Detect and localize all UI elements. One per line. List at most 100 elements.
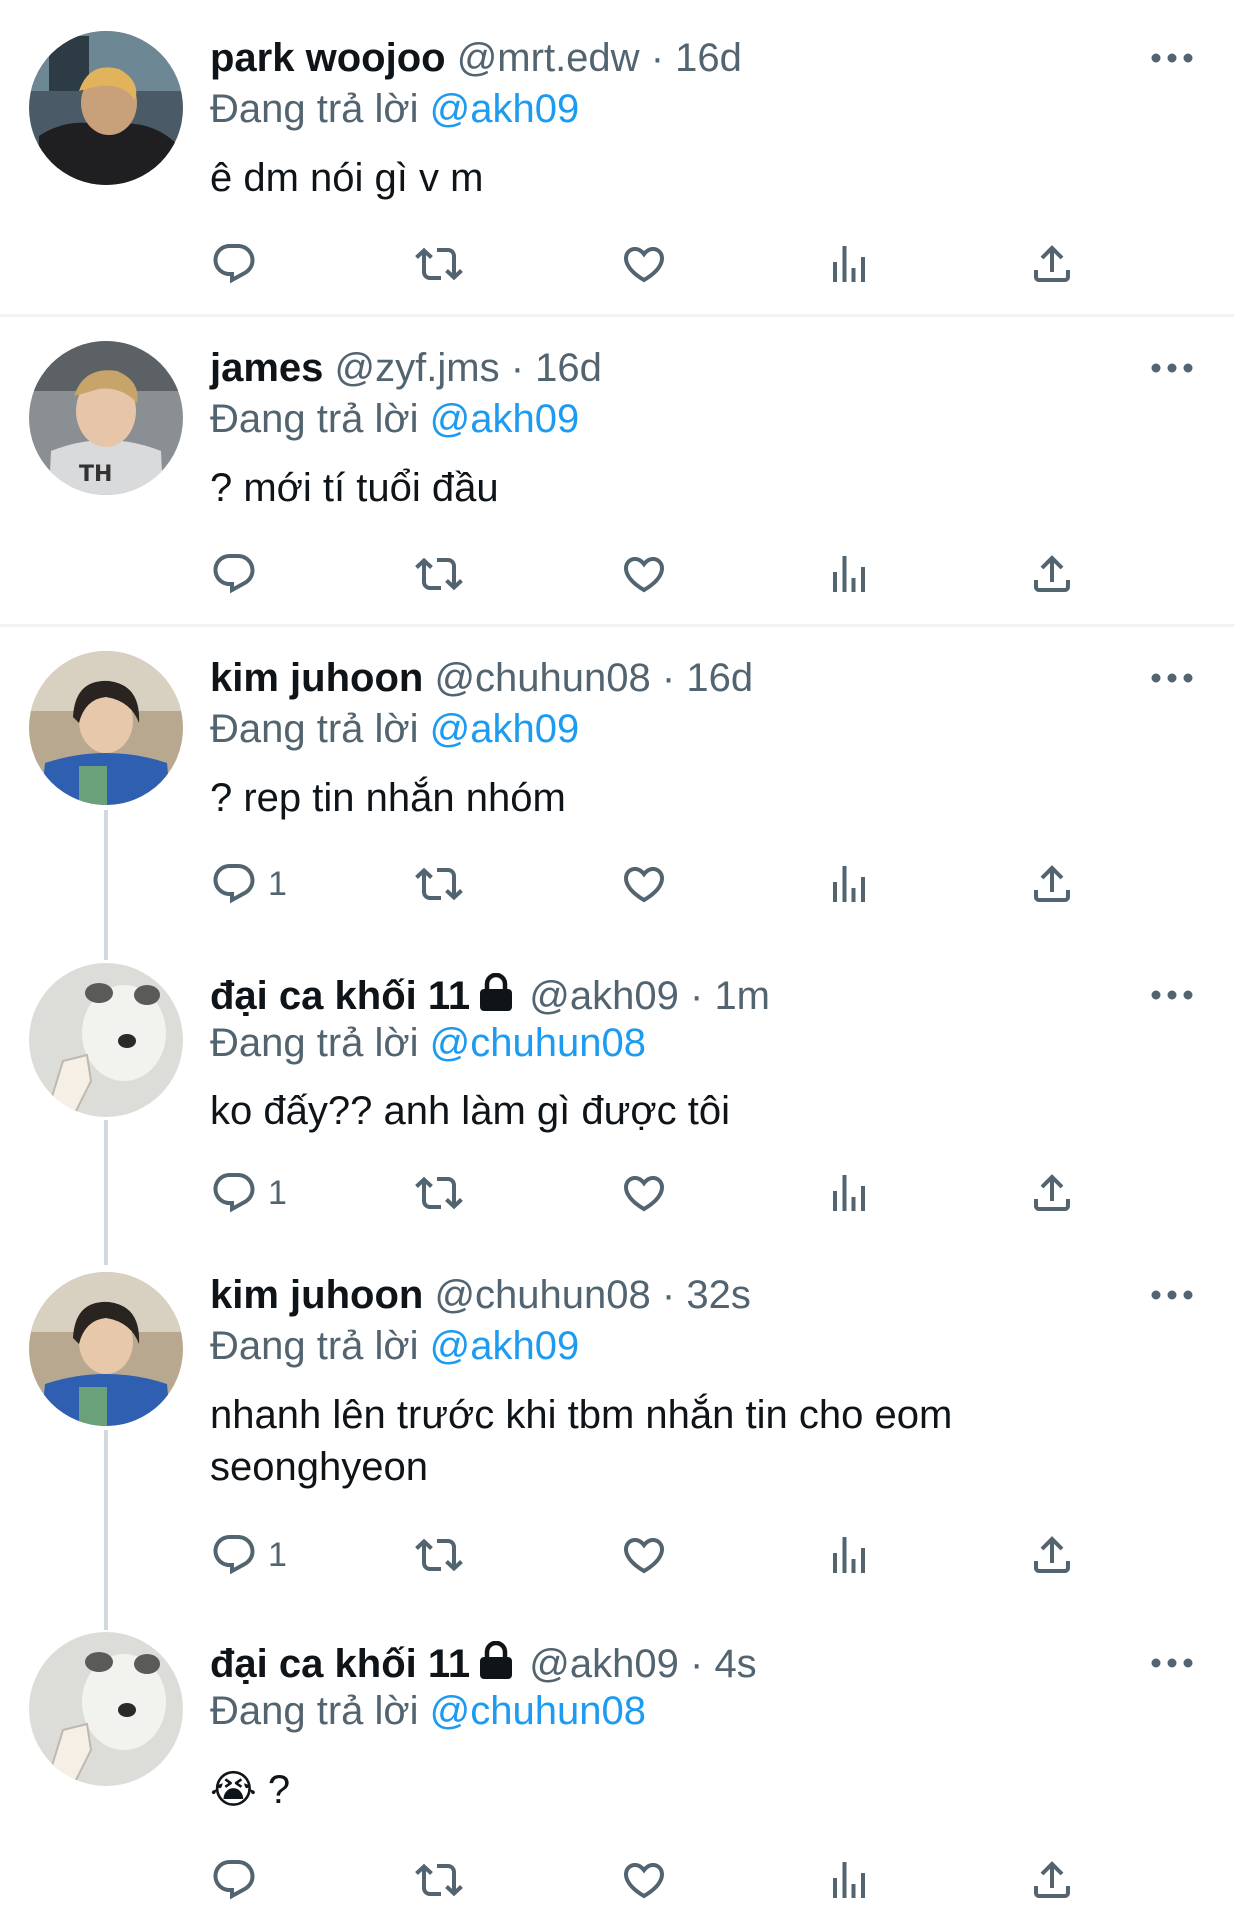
tweet[interactable]: kim juhoon @chuhun08 · 32s Đang trả lời … (0, 1252, 1234, 1614)
tweet-text: ? mới tí tuổi đầu (210, 466, 499, 510)
views-button[interactable] (825, 1165, 873, 1221)
more-icon[interactable] (1150, 50, 1194, 66)
tweet[interactable]: đại ca khối 11 @akh09 · 1m Đang trả lời … (0, 942, 1234, 1252)
tweet-text: nhanh lên trước khi tbm nhắn tin cho eom… (210, 1389, 1110, 1493)
more-icon[interactable] (1150, 987, 1194, 1003)
views-button[interactable] (825, 856, 873, 912)
reply-button[interactable] (210, 1852, 268, 1908)
reply-icon (210, 1856, 258, 1904)
share-button[interactable] (1028, 546, 1076, 602)
timestamp[interactable]: 16d (686, 656, 753, 700)
views-button[interactable] (825, 546, 873, 602)
display-name[interactable]: park woojoo (210, 36, 446, 80)
reply-button[interactable] (210, 546, 268, 602)
separator-dot: · (650, 36, 665, 80)
timestamp[interactable]: 16d (535, 346, 602, 390)
retweet-button[interactable] (415, 856, 463, 912)
views-button[interactable] (825, 1527, 873, 1583)
tweet[interactable]: park woojoo @mrt.edw · 16d Đang trả lời … (0, 0, 1234, 314)
retweet-button[interactable] (415, 1852, 463, 1908)
user-handle[interactable]: @mrt.edw (457, 36, 640, 80)
like-button[interactable] (620, 1852, 668, 1908)
tweet[interactable]: đại ca khối 11 @akh09 · 4s Đang trả lời … (0, 1614, 1234, 1920)
views-icon (825, 550, 873, 598)
retweet-icon (415, 1856, 463, 1904)
replying-to: Đang trả lời @akh09 (210, 83, 579, 135)
retweet-button[interactable] (415, 236, 463, 292)
share-button[interactable] (1028, 856, 1076, 912)
share-button[interactable] (1028, 1852, 1076, 1908)
replying-to-label: Đang trả lời (210, 1021, 419, 1065)
views-button[interactable] (825, 236, 873, 292)
replying-to-label: Đang trả lời (210, 1324, 419, 1368)
timestamp[interactable]: 1m (714, 974, 770, 1018)
reply-button[interactable]: 1 (210, 1527, 287, 1583)
timestamp[interactable]: 32s (686, 1273, 751, 1317)
display-name[interactable]: james (210, 346, 323, 390)
tweet-header: đại ca khối 11 @akh09 · 4s (210, 1638, 1094, 1690)
tweet-header: đại ca khối 11 @akh09 · 1m (210, 970, 1094, 1022)
share-button[interactable] (1028, 236, 1076, 292)
action-bar: 1 (210, 1165, 1110, 1221)
reply-icon (210, 860, 258, 908)
like-button[interactable] (620, 1527, 668, 1583)
retweet-icon (415, 240, 463, 288)
user-handle[interactable]: @zyf.jms (335, 346, 500, 390)
like-button[interactable] (620, 546, 668, 602)
more-icon[interactable] (1150, 360, 1194, 376)
more-icon[interactable] (1150, 1287, 1194, 1303)
like-button[interactable] (620, 236, 668, 292)
like-icon (620, 1169, 668, 1217)
like-icon (620, 240, 668, 288)
mention-link[interactable]: @akh09 (430, 1324, 580, 1368)
avatar[interactable] (29, 651, 183, 805)
share-icon (1028, 1856, 1076, 1904)
retweet-button[interactable] (415, 1527, 463, 1583)
timestamp[interactable]: 16d (675, 36, 742, 80)
user-handle[interactable]: @akh09 (529, 1642, 679, 1686)
retweet-button[interactable] (415, 1165, 463, 1221)
reply-button[interactable]: 1 (210, 1165, 287, 1221)
like-button[interactable] (620, 856, 668, 912)
timestamp[interactable]: 4s (714, 1642, 756, 1686)
avatar[interactable]: TH (29, 341, 183, 495)
share-icon (1028, 1169, 1076, 1217)
user-handle[interactable]: @chuhun08 (434, 1273, 650, 1317)
tweet[interactable]: kim juhoon @chuhun08 · 16d Đang trả lời … (0, 627, 1234, 942)
tweet-header: park woojoo @mrt.edw · 16d (210, 32, 1094, 84)
retweet-icon (415, 860, 463, 908)
retweet-button[interactable] (415, 546, 463, 602)
display-name[interactable]: đại ca khối 11 (210, 974, 470, 1018)
share-button[interactable] (1028, 1165, 1076, 1221)
avatar[interactable] (29, 1272, 183, 1426)
separator-dot: · (510, 346, 525, 390)
share-button[interactable] (1028, 1527, 1076, 1583)
like-button[interactable] (620, 1165, 668, 1221)
tweet-text-line: seonghyeon (210, 1445, 428, 1489)
reply-button[interactable]: 1 (210, 856, 287, 912)
user-handle[interactable]: @akh09 (529, 974, 679, 1018)
replying-to: Đang trả lời @akh09 (210, 703, 579, 755)
display-name[interactable]: đại ca khối 11 (210, 1642, 470, 1686)
more-icon[interactable] (1150, 670, 1194, 686)
mention-link[interactable]: @akh09 (430, 87, 580, 131)
mention-link[interactable]: @chuhun08 (430, 1021, 646, 1065)
avatar[interactable] (29, 31, 183, 185)
replying-to: Đang trả lời @chuhun08 (210, 1017, 646, 1069)
retweet-icon (415, 1531, 463, 1579)
reply-button[interactable] (210, 236, 268, 292)
views-button[interactable] (825, 1852, 873, 1908)
avatar[interactable] (29, 963, 183, 1117)
display-name[interactable]: kim juhoon (210, 656, 423, 700)
mention-link[interactable]: @akh09 (430, 707, 580, 751)
mention-link[interactable]: @akh09 (430, 397, 580, 441)
replying-to-label: Đang trả lời (210, 1689, 419, 1733)
user-handle[interactable]: @chuhun08 (434, 656, 650, 700)
retweet-icon (415, 550, 463, 598)
tweet[interactable]: TH james @zyf.jms · 16d Đang trả lời @ak… (0, 317, 1234, 624)
like-icon (620, 1531, 668, 1579)
more-icon[interactable] (1150, 1655, 1194, 1671)
avatar[interactable] (29, 1632, 183, 1786)
mention-link[interactable]: @chuhun08 (430, 1689, 646, 1733)
display-name[interactable]: kim juhoon (210, 1273, 423, 1317)
